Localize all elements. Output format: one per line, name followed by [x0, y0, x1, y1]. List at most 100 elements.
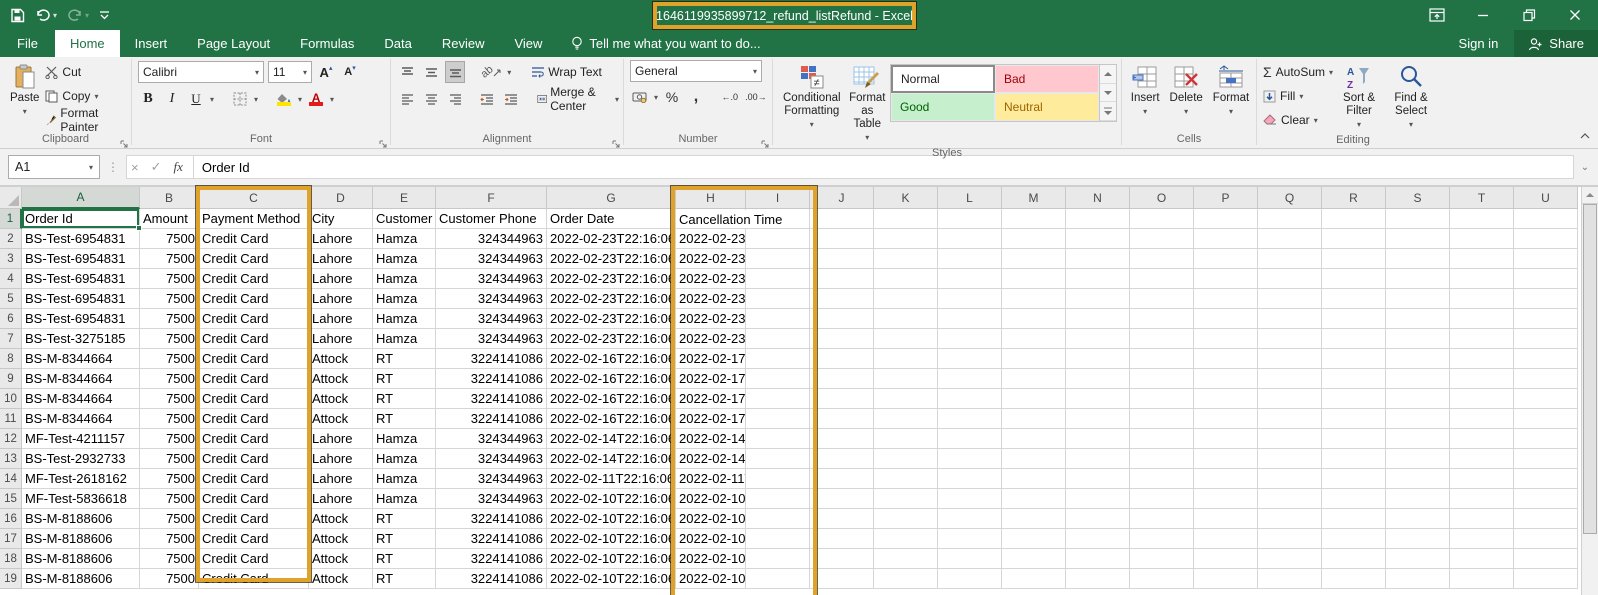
column-header-J[interactable]: J [810, 187, 874, 209]
cell-E16[interactable]: RT [373, 509, 436, 529]
cell-Q9[interactable] [1258, 369, 1322, 389]
cell-J4[interactable] [810, 269, 874, 289]
cell-L14[interactable] [938, 469, 1002, 489]
format-as-table-button[interactable]: Format as Table ▾ [845, 60, 890, 146]
cell-E2[interactable]: Hamza [373, 229, 436, 249]
cell-F3[interactable]: 324344963 [436, 249, 547, 269]
cell-D17[interactable]: Attock [309, 529, 373, 549]
cell-K11[interactable] [874, 409, 938, 429]
cell-U1[interactable] [1514, 209, 1578, 229]
cell-A4[interactable]: BS-Test-6954831 [22, 269, 140, 289]
cell-M7[interactable] [1002, 329, 1066, 349]
cell-N6[interactable] [1066, 309, 1130, 329]
cell-J9[interactable] [810, 369, 874, 389]
cell-R15[interactable] [1322, 489, 1386, 509]
cell-Q18[interactable] [1258, 549, 1322, 569]
cell-Q13[interactable] [1258, 449, 1322, 469]
cell-P19[interactable] [1194, 569, 1258, 589]
clear-button[interactable]: Clear ▾ [1263, 108, 1333, 132]
cell-I18[interactable] [746, 549, 810, 569]
orientation-dropdown-icon[interactable]: ▾ [507, 68, 511, 77]
cell-S12[interactable] [1386, 429, 1450, 449]
cell-H1[interactable]: Cancellation Time [676, 209, 746, 229]
cell-K15[interactable] [874, 489, 938, 509]
cell-N10[interactable] [1066, 389, 1130, 409]
cell-T3[interactable] [1450, 249, 1514, 269]
gallery-more-icon[interactable] [1100, 102, 1116, 121]
cell-C16[interactable]: Credit Card [199, 509, 309, 529]
column-header-D[interactable]: D [309, 187, 373, 209]
conditional-formatting-dropdown-icon[interactable]: ▾ [810, 118, 814, 131]
cell-B4[interactable]: 7500 [140, 269, 199, 289]
cell-L16[interactable] [938, 509, 1002, 529]
cancel-entry-icon[interactable]: × [131, 160, 139, 175]
cell-B12[interactable]: 7500 [140, 429, 199, 449]
cell-G12[interactable]: 2022-02-14T22:16:06 [547, 429, 676, 449]
cell-U4[interactable] [1514, 269, 1578, 289]
cell-F10[interactable]: 3224141086 [436, 389, 547, 409]
conditional-formatting-button[interactable]: ≠ Conditional Formatting ▾ [779, 60, 845, 146]
cell-U18[interactable] [1514, 549, 1578, 569]
cell-T13[interactable] [1450, 449, 1514, 469]
cell-U2[interactable] [1514, 229, 1578, 249]
row-header-11[interactable]: 11 [0, 409, 22, 429]
cell-T9[interactable] [1450, 369, 1514, 389]
cell-M10[interactable] [1002, 389, 1066, 409]
cell-L12[interactable] [938, 429, 1002, 449]
underline-dropdown-icon[interactable]: ▾ [210, 95, 214, 104]
copy-dropdown-icon[interactable]: ▾ [94, 92, 98, 101]
cell-K19[interactable] [874, 569, 938, 589]
cell-O13[interactable] [1130, 449, 1194, 469]
row-header-9[interactable]: 9 [0, 369, 22, 389]
cell-I6[interactable] [746, 309, 810, 329]
cell-L7[interactable] [938, 329, 1002, 349]
insert-function-icon[interactable]: fx [174, 159, 183, 175]
cell-B9[interactable]: 7500 [140, 369, 199, 389]
row-header-3[interactable]: 3 [0, 249, 22, 269]
cell-T11[interactable] [1450, 409, 1514, 429]
cell-A12[interactable]: MF-Test-4211157 [22, 429, 140, 449]
cell-L8[interactable] [938, 349, 1002, 369]
cell-G18[interactable]: 2022-02-10T22:16:06 [547, 549, 676, 569]
cell-B16[interactable]: 7500 [140, 509, 199, 529]
cell-A6[interactable]: BS-Test-6954831 [22, 309, 140, 329]
cell-C5[interactable]: Credit Card [199, 289, 309, 309]
cell-T14[interactable] [1450, 469, 1514, 489]
cell-G10[interactable]: 2022-02-16T22:16:06 [547, 389, 676, 409]
cell-P4[interactable] [1194, 269, 1258, 289]
cell-G7[interactable]: 2022-02-23T22:16:06 [547, 329, 676, 349]
cell-A10[interactable]: BS-M-8344664 [22, 389, 140, 409]
cell-O17[interactable] [1130, 529, 1194, 549]
cell-L17[interactable] [938, 529, 1002, 549]
cell-T2[interactable] [1450, 229, 1514, 249]
cell-Q2[interactable] [1258, 229, 1322, 249]
cell-Q17[interactable] [1258, 529, 1322, 549]
cell-P8[interactable] [1194, 349, 1258, 369]
cell-C13[interactable]: Credit Card [199, 449, 309, 469]
find-select-button[interactable]: Find & Select ▾ [1385, 60, 1437, 133]
cell-I3[interactable] [746, 249, 810, 269]
cell-H3[interactable]: 2022-02-23T01:32:41 [676, 249, 746, 269]
cell-L13[interactable] [938, 449, 1002, 469]
cell-T1[interactable] [1450, 209, 1514, 229]
center-button[interactable] [421, 88, 441, 110]
cell-M12[interactable] [1002, 429, 1066, 449]
cell-E1[interactable]: Customer [373, 209, 436, 229]
cell-T5[interactable] [1450, 289, 1514, 309]
cell-P2[interactable] [1194, 229, 1258, 249]
style-chip-good[interactable]: Good [891, 93, 995, 121]
cell-L3[interactable] [938, 249, 1002, 269]
cell-N18[interactable] [1066, 549, 1130, 569]
increase-decimal-button[interactable]: ←.0 [720, 86, 740, 108]
cell-G17[interactable]: 2022-02-10T22:16:06 [547, 529, 676, 549]
cell-A19[interactable]: BS-M-8188606 [22, 569, 140, 589]
cell-J12[interactable] [810, 429, 874, 449]
cell-F19[interactable]: 3224141086 [436, 569, 547, 589]
cell-H14[interactable]: 2022-02-11T16:55:27 [676, 469, 746, 489]
cell-E11[interactable]: RT [373, 409, 436, 429]
cell-E10[interactable]: RT [373, 389, 436, 409]
cell-C7[interactable]: Credit Card [199, 329, 309, 349]
cell-K6[interactable] [874, 309, 938, 329]
cell-J1[interactable] [810, 209, 874, 229]
cell-F11[interactable]: 3224141086 [436, 409, 547, 429]
